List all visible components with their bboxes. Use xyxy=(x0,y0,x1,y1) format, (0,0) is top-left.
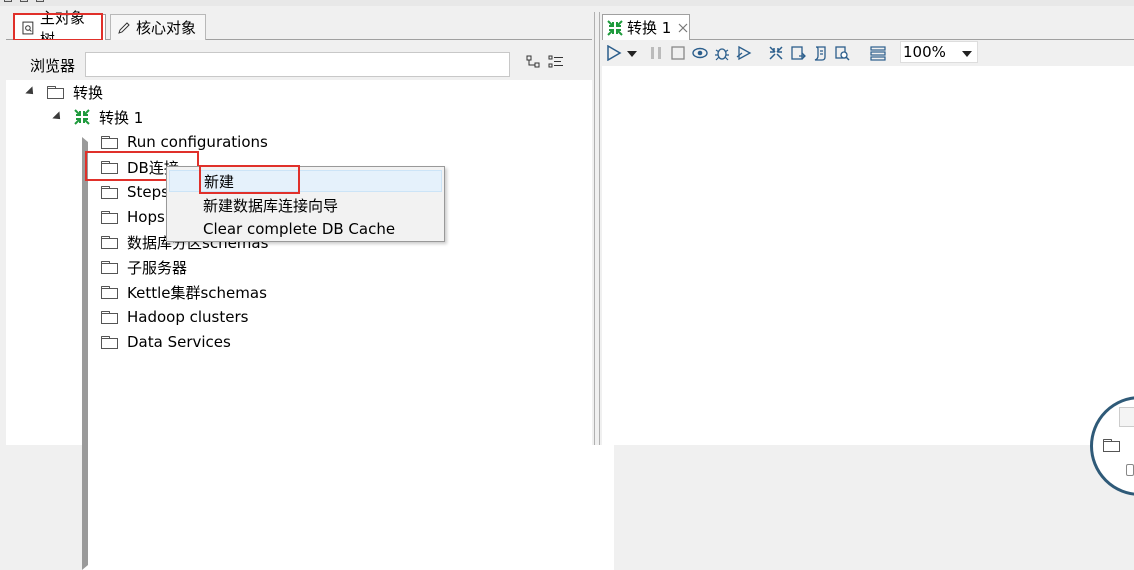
object-tree: 转换 转换 1 Run configurations DB连接 Steps Ho… xyxy=(6,80,614,570)
menu-item-label: 新建数据库连接向导 xyxy=(203,196,339,215)
browser-label: 浏览器 xyxy=(30,57,76,75)
folder-icon xyxy=(101,335,118,349)
panel-splitter[interactable] xyxy=(592,12,602,445)
sql-icon[interactable] xyxy=(812,45,828,61)
impact-icon[interactable] xyxy=(790,45,806,61)
editor-toolbar: 100% xyxy=(602,40,1134,66)
toolbar-icon[interactable] xyxy=(20,0,28,2)
expand-tree-icon[interactable] xyxy=(526,54,542,70)
explore-db-icon[interactable] xyxy=(834,45,850,61)
debug-icon[interactable] xyxy=(714,45,730,61)
pause-icon[interactable] xyxy=(648,45,664,61)
tree-node-steps[interactable]: Steps xyxy=(101,181,169,203)
chevron-down-icon xyxy=(962,51,972,57)
tab-label: 转换 1 xyxy=(627,19,672,37)
menu-item-clear-db-cache[interactable]: Clear complete DB Cache xyxy=(169,218,442,240)
menu-item-label: Clear complete DB Cache xyxy=(203,220,396,238)
tree-node-label: Hops xyxy=(127,208,165,226)
close-x-icon[interactable] xyxy=(678,23,688,33)
tree-node-label: Steps xyxy=(127,183,169,201)
expand-arrow-icon[interactable] xyxy=(52,111,64,123)
editor-tab-row: 转换 1 xyxy=(602,12,1134,40)
tree-node-data-services[interactable]: Data Services xyxy=(101,331,231,353)
tab-label: 核心对象 xyxy=(136,19,197,37)
zoom-value: 100% xyxy=(903,43,946,61)
folder-icon xyxy=(101,260,118,274)
folder-icon xyxy=(1103,439,1120,452)
folder-icon xyxy=(101,285,118,299)
folder-icon xyxy=(47,85,64,99)
tree-node-label: 转换 1 xyxy=(99,108,144,127)
tree-node-slave-servers[interactable]: 子服务器 xyxy=(101,256,187,278)
pencil-icon xyxy=(118,21,130,34)
zoom-select[interactable]: 100% xyxy=(900,41,978,63)
toolbar-icon[interactable] xyxy=(36,0,44,2)
tree-node-label: 转换 xyxy=(73,83,104,102)
tab-transformation-1[interactable]: 转换 1 xyxy=(602,14,690,40)
expand-arrow-icon[interactable] xyxy=(25,86,37,98)
search-input[interactable] xyxy=(85,52,510,77)
transformation-canvas[interactable] xyxy=(602,66,1134,496)
tree-node-root[interactable]: 转换 xyxy=(47,81,103,103)
transformation-icon xyxy=(607,19,623,36)
tree-node-label: Hadoop clusters xyxy=(127,308,249,326)
folder-icon xyxy=(101,135,118,149)
tab-main-object-tree[interactable]: 主对象树 xyxy=(14,9,106,48)
magnified-tab xyxy=(1119,407,1134,427)
tree-node-label: Data Services xyxy=(127,333,231,351)
folder-icon xyxy=(101,185,118,199)
transformation-icon xyxy=(74,109,90,125)
browser-row: 浏览器 xyxy=(6,40,592,80)
menu-item-label: 新建 xyxy=(204,172,235,191)
folder-icon xyxy=(101,210,118,224)
menu-item-new[interactable]: 新建 xyxy=(169,170,442,192)
run-dropdown-icon[interactable] xyxy=(626,45,638,61)
top-toolbar-strip xyxy=(0,0,1134,6)
stop-icon[interactable] xyxy=(670,45,686,61)
tab-core-objects[interactable]: 核心对象 xyxy=(110,14,206,40)
tree-node-hops[interactable]: Hops xyxy=(101,206,165,228)
run-icon[interactable] xyxy=(606,45,622,61)
replay-icon[interactable] xyxy=(736,45,752,61)
tree-node-transformation[interactable]: 转换 1 xyxy=(74,106,143,128)
tree-node-hadoop-clusters[interactable]: Hadoop clusters xyxy=(101,306,248,328)
tree-node-label: 子服务器 xyxy=(127,258,188,277)
left-tab-row: 主对象树 核心对象 xyxy=(6,9,592,48)
collapse-list-icon[interactable] xyxy=(548,54,564,70)
tree-node-label: Kettle集群schemas xyxy=(127,283,267,302)
grid-align-icon[interactable] xyxy=(870,45,886,61)
tree-page-icon xyxy=(22,21,34,34)
right-panel: 转换 1 100% xyxy=(602,12,1134,496)
tree-node-kettle-cluster-schemas[interactable]: Kettle集群schemas xyxy=(101,281,267,303)
folder-icon xyxy=(101,310,118,324)
preview-icon[interactable] xyxy=(692,45,708,61)
context-menu: 新建 新建数据库连接向导 Clear complete DB Cache xyxy=(166,166,445,242)
canvas-magnifier xyxy=(1090,396,1134,496)
menu-item-new-db-wizard[interactable]: 新建数据库连接向导 xyxy=(169,194,442,216)
database-icon xyxy=(1126,464,1134,476)
toolbar-icon[interactable] xyxy=(4,0,12,2)
folder-icon xyxy=(101,160,118,174)
tree-node-run-configurations[interactable]: Run configurations xyxy=(101,131,268,153)
folder-icon xyxy=(101,235,118,249)
tree-node-label: Run configurations xyxy=(127,133,268,151)
verify-icon[interactable] xyxy=(768,45,784,61)
